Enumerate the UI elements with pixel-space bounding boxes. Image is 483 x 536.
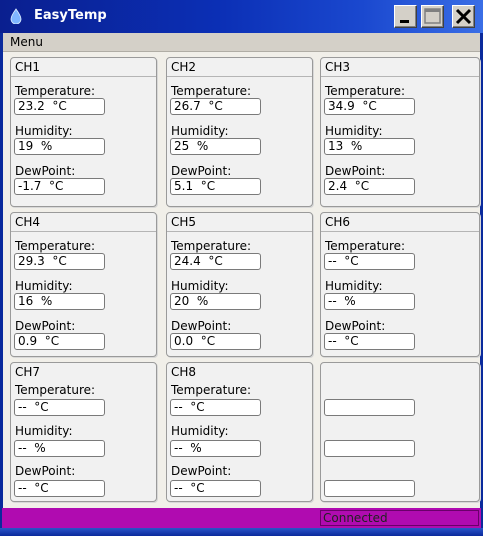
temperature-label: Temperature: xyxy=(15,239,96,253)
dewpoint-label: DewPoint: xyxy=(15,319,76,333)
channel-panel-ch6: CH6 Temperature: -- °C Humidity: -- % De… xyxy=(320,212,480,357)
dewpoint-label: DewPoint: xyxy=(171,319,232,333)
dewpoint-field[interactable]: -- °C xyxy=(14,480,105,497)
maximize-button[interactable] xyxy=(421,5,444,28)
humidity-field[interactable]: 13 % xyxy=(324,138,415,155)
connection-status: Connected xyxy=(320,510,479,526)
humidity-label: Humidity: xyxy=(15,279,73,293)
close-icon xyxy=(455,8,472,25)
dewpoint-label: DewPoint: xyxy=(325,319,386,333)
channel-panel-ch4: CH4 Temperature: 29.3 °C Humidity: 16 % … xyxy=(10,212,157,357)
temperature-label: Temperature: xyxy=(171,383,252,397)
minimize-icon xyxy=(400,20,409,23)
humidity-label: Humidity: xyxy=(171,279,229,293)
humidity-field[interactable]: -- % xyxy=(324,293,415,310)
dewpoint-field[interactable]: 0.0 °C xyxy=(170,333,261,350)
humidity-label: Humidity: xyxy=(171,124,229,138)
dewpoint-field[interactable]: -- °C xyxy=(170,480,261,497)
humidity-field[interactable]: 19 % xyxy=(14,138,105,155)
temperature-field[interactable]: -- °C xyxy=(324,253,415,270)
channel-title: CH1 xyxy=(11,58,156,77)
channel-title: CH8 xyxy=(171,365,197,379)
menu-bar: Menu xyxy=(3,33,480,52)
dewpoint-field[interactable]: -1.7 °C xyxy=(14,178,105,195)
temperature-label: Temperature: xyxy=(325,84,406,98)
channel-title: CH2 xyxy=(167,58,312,77)
humidity-label: Humidity: xyxy=(325,124,383,138)
channel-panel-ch7: CH7 Temperature: -- °C Humidity: -- % De… xyxy=(10,362,157,502)
channel-title xyxy=(321,363,479,382)
temperature-label: Temperature: xyxy=(15,84,96,98)
dewpoint-label: DewPoint: xyxy=(15,464,76,478)
channel-panel-ch1: CH1 Temperature: 23.2 °C Humidity: 19 % … xyxy=(10,57,157,207)
menu-item-menu[interactable]: Menu xyxy=(10,35,43,49)
dewpoint-field[interactable]: 2.4 °C xyxy=(324,178,415,195)
dewpoint-label: DewPoint: xyxy=(325,164,386,178)
channel-title: CH4 xyxy=(11,213,156,232)
humidity-field[interactable]: 16 % xyxy=(14,293,105,310)
maximize-icon xyxy=(424,8,441,24)
dewpoint-label: DewPoint: xyxy=(171,464,232,478)
channel-title: CH7 xyxy=(15,365,41,379)
channel-panel-ch5: CH5 Temperature: 24.4 °C Humidity: 20 % … xyxy=(166,212,313,357)
temperature-label: Temperature: xyxy=(325,239,406,253)
minimize-button[interactable] xyxy=(394,5,417,28)
channels-grid: CH1 Temperature: 23.2 °C Humidity: 19 % … xyxy=(3,52,480,508)
channel-panel-ch3: CH3 Temperature: 34.9 °C Humidity: 13 % … xyxy=(320,57,480,207)
humidity-label: Humidity: xyxy=(325,279,383,293)
temperature-field[interactable] xyxy=(324,399,415,416)
temperature-field[interactable]: 23.2 °C xyxy=(14,98,105,115)
status-bar: Connected xyxy=(2,508,481,528)
window-bottom-border xyxy=(0,528,483,536)
app-window: EasyTemp Menu CH1 Temperature: 23.2 °C H… xyxy=(0,0,483,536)
humidity-label: Humidity: xyxy=(15,124,73,138)
humidity-field[interactable]: -- % xyxy=(170,440,261,457)
channel-title: CH5 xyxy=(167,213,312,232)
dewpoint-label: DewPoint: xyxy=(171,164,232,178)
channel-panel-empty xyxy=(320,362,480,502)
humidity-field[interactable]: 25 % xyxy=(170,138,261,155)
temperature-label: Temperature: xyxy=(171,239,252,253)
window-title: EasyTemp xyxy=(34,8,107,23)
humidity-label: Humidity: xyxy=(15,424,73,438)
channel-panel-ch2: CH2 Temperature: 26.7 °C Humidity: 25 % … xyxy=(166,57,313,207)
temperature-label: Temperature: xyxy=(15,383,96,397)
title-bar[interactable]: EasyTemp xyxy=(0,0,483,33)
humidity-label: Humidity: xyxy=(171,424,229,438)
temperature-field[interactable]: 26.7 °C xyxy=(170,98,261,115)
temperature-field[interactable]: 34.9 °C xyxy=(324,98,415,115)
humidity-field[interactable]: -- % xyxy=(14,440,105,457)
close-button[interactable] xyxy=(452,5,475,28)
humidity-field[interactable]: 20 % xyxy=(170,293,261,310)
temperature-field[interactable]: 24.4 °C xyxy=(170,253,261,270)
dewpoint-label: DewPoint: xyxy=(15,164,76,178)
channel-title: CH3 xyxy=(321,58,479,77)
channel-title: CH6 xyxy=(321,213,479,232)
temperature-field[interactable]: -- °C xyxy=(170,399,261,416)
dewpoint-field[interactable] xyxy=(324,480,415,497)
dewpoint-field[interactable]: 5.1 °C xyxy=(170,178,261,195)
temperature-label: Temperature: xyxy=(171,84,252,98)
temperature-field[interactable]: 29.3 °C xyxy=(14,253,105,270)
temperature-field[interactable]: -- °C xyxy=(14,399,105,416)
dewpoint-field[interactable]: 0.9 °C xyxy=(14,333,105,350)
droplet-icon xyxy=(10,8,22,24)
humidity-field[interactable] xyxy=(324,440,415,457)
dewpoint-field[interactable]: -- °C xyxy=(324,333,415,350)
channel-panel-ch8: CH8 Temperature: -- °C Humidity: -- % De… xyxy=(166,362,313,502)
